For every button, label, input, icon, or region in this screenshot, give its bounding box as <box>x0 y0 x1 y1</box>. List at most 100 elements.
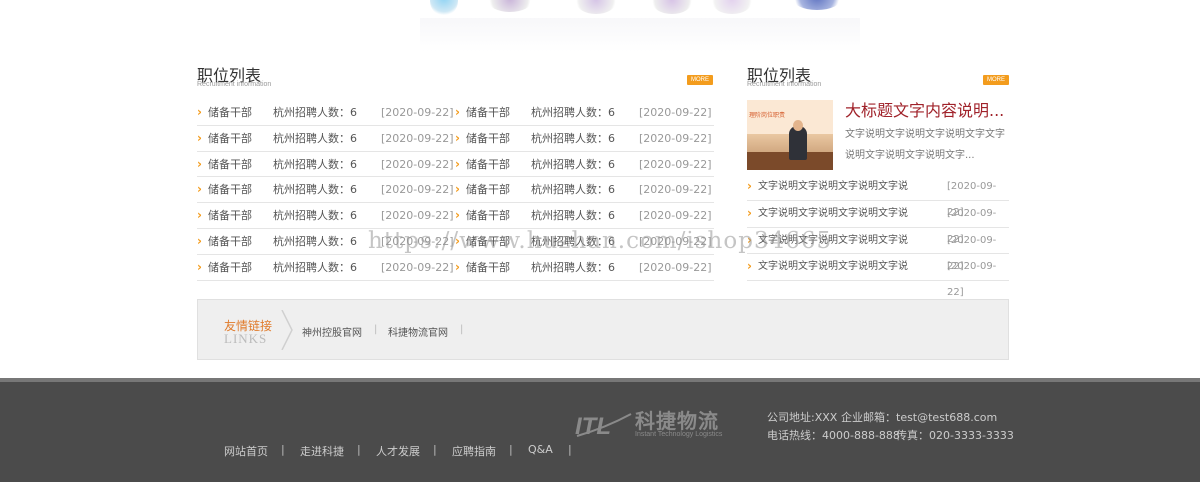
friend-links-box: 友情链接 LINKS 神州控股官网 | 科捷物流官网 | <box>197 299 1009 360</box>
chevron-right-icon: › <box>747 205 752 220</box>
job-date: [2020-09-22] <box>639 106 712 119</box>
shoe-image <box>488 0 532 12</box>
banner-image <box>0 0 1200 52</box>
job-date: [2020-09-22] <box>381 209 454 223</box>
job-row: › 储备干部 杭州招聘人数：6 [2020-09-22] › 储备干部 杭州招聘人数：6 [2… <box>197 152 714 178</box>
links-divider-arrow-icon <box>281 310 293 350</box>
job-title-link[interactable]: 储备干部 <box>208 152 252 177</box>
news-row: › 文字说明文字说明文字说明文字说 [2020-09-22] <box>747 201 1009 245</box>
job-date: [2020-09-22] <box>381 131 454 145</box>
chevron-right-icon: › <box>747 259 752 274</box>
job-location-count: 杭州招聘人数：6 <box>273 234 357 248</box>
feature-image[interactable]: 理阶岗位职责 <box>747 100 833 170</box>
footer-phone: 电话热线：4000-888-888 <box>767 429 900 442</box>
chevron-right-icon: › <box>197 259 202 274</box>
job-location-count: 杭州招聘人数：6 <box>273 183 357 197</box>
job-row: › 储备干部 杭州招聘人数：6 [2020-09-22] › 储备干部 杭州招聘人数：6 [2… <box>197 203 714 229</box>
chevron-right-icon: › <box>455 182 460 197</box>
footer-address: 公司地址:XXX <box>767 411 838 424</box>
job-title-link[interactable]: 储备干部 <box>466 203 510 228</box>
job-location-count: 杭州招聘人数：6 <box>531 157 615 171</box>
news-date: [2020-09-22] <box>947 207 997 245</box>
job-title-link[interactable]: 储备干部 <box>208 203 252 228</box>
footer-nav-guide[interactable]: 应聘指南 <box>452 443 496 459</box>
footer-fax: 传真：020-3333-3333 <box>896 429 1014 442</box>
job-location-count: 杭州招聘人数：6 <box>273 157 357 171</box>
job-location-count: 杭州招聘人数：6 <box>531 260 615 274</box>
news-title-link[interactable]: 文字说明文字说明文字说明文字说 <box>758 174 908 200</box>
links-title-en: LINKS <box>224 331 268 346</box>
footer-nav-separator: | <box>509 443 513 456</box>
job-location-count: 杭州招聘人数：6 <box>273 209 357 223</box>
job-location-count: 杭州招聘人数：6 <box>273 131 357 145</box>
job-title-link[interactable]: 储备干部 <box>208 229 252 254</box>
job-date: [2020-09-22] <box>639 131 712 145</box>
job-title-link[interactable]: 储备干部 <box>208 177 252 202</box>
footer-nav-separator: | <box>357 443 361 456</box>
job-location-count: 杭州招聘人数：6 <box>531 209 615 223</box>
chevron-right-icon: › <box>197 130 202 145</box>
job-title-link[interactable]: 储备干部 <box>466 152 510 177</box>
job-title-link[interactable]: 储备干部 <box>208 255 252 280</box>
job-date: [2020-09-22] <box>381 106 454 119</box>
footer-nav-talent[interactable]: 人才发展 <box>376 443 420 459</box>
news-date: [2020-09-22] <box>947 261 997 299</box>
news-row: › 文字说明文字说明文字说明文字说 [2020-09-22] <box>747 174 1009 218</box>
job-title-link[interactable]: 储备干部 <box>466 255 510 280</box>
shoe-image <box>712 0 752 14</box>
job-title-link[interactable]: 储备干部 <box>466 100 510 125</box>
chevron-right-icon: › <box>197 156 202 171</box>
news-more-button[interactable]: MORE <box>983 75 1009 85</box>
link-separator: | <box>460 324 464 335</box>
job-location-count: 杭州招聘人数：6 <box>531 131 615 145</box>
friend-link[interactable]: 神州控股官网 <box>302 324 362 339</box>
feature-description: 文字说明文字说明文字说明文字文字说明文字说明文字说明文字... <box>845 129 1005 161</box>
chevron-right-icon: › <box>747 179 752 193</box>
chevron-right-icon: › <box>197 208 202 223</box>
shoe-image <box>792 0 842 10</box>
chevron-right-icon: › <box>197 233 202 248</box>
job-date: [2020-09-22] <box>381 260 454 274</box>
job-date: [2020-09-22] <box>639 209 712 223</box>
job-date: [2020-09-22] <box>381 157 454 171</box>
news-title-link[interactable]: 文字说明文字说明文字说明文字说 <box>758 254 908 280</box>
news-title-link[interactable]: 文字说明文字说明文字说明文字说 <box>758 201 908 227</box>
chevron-right-icon: › <box>455 156 460 171</box>
news-row: › 文字说明文字说明文字说明文字说 [2020-09-22] <box>747 254 1009 299</box>
job-date: [2020-09-22] <box>381 183 454 197</box>
chevron-right-icon: › <box>455 259 460 274</box>
job-location-count: 杭州招聘人数：6 <box>531 106 615 119</box>
shoe-image <box>576 0 616 14</box>
footer-nav-qa[interactable]: Q&A <box>528 443 553 456</box>
recruit-more-button[interactable]: MORE <box>687 75 713 85</box>
company-logo-subtext: Instant Technology Logistics <box>635 431 723 438</box>
chevron-right-icon: › <box>455 105 460 119</box>
feature-title-link[interactable]: 大标题文字内容说明... <box>845 97 1004 121</box>
job-location-count: 杭州招聘人数：6 <box>273 260 357 274</box>
job-title-link[interactable]: 储备干部 <box>208 100 252 125</box>
job-row: › 储备干部 杭州招聘人数：6 [2020-09-22] › 储备干部 杭州招聘人数：6 [2… <box>197 255 714 281</box>
shoe-image <box>652 0 692 14</box>
job-title-link[interactable]: 储备干部 <box>208 126 252 151</box>
footer-nav-separator: | <box>281 443 285 456</box>
job-date: [2020-09-22] <box>639 260 712 274</box>
company-logo-text: 科捷物流 <box>635 409 719 433</box>
footer-nav-separator: | <box>433 443 437 456</box>
job-title-link[interactable]: 储备干部 <box>466 126 510 151</box>
job-location-count: 杭州招聘人数：6 <box>273 106 357 119</box>
chevron-right-icon: › <box>455 208 460 223</box>
recruit-section-subtitle: Recruitment information <box>197 81 272 88</box>
feature-image-head <box>793 120 803 131</box>
feature-image-caption: 理阶岗位职责 <box>749 112 786 119</box>
company-logo-icon: ITL <box>575 413 632 440</box>
job-title-link[interactable]: 储备干部 <box>466 177 510 202</box>
job-row: › 储备干部 杭州招聘人数：6 [2020-09-22] › 储备干部 杭州招聘人数：6 [2… <box>197 177 714 204</box>
footer-nav-home[interactable]: 网站首页 <box>224 443 268 459</box>
job-date: [2020-09-22] <box>639 183 712 197</box>
news-section-subtitle: Recruitment information <box>747 81 822 88</box>
footer-nav-about[interactable]: 走进科捷 <box>300 443 344 459</box>
news-date: [2020-09-22] <box>947 181 997 218</box>
job-date: [2020-09-22] <box>639 157 712 171</box>
footer: 网站首页 | 走进科捷 | 人才发展 | 应聘指南 | Q&A | ITL 科捷… <box>0 378 1200 482</box>
friend-link[interactable]: 科捷物流官网 <box>388 324 448 339</box>
